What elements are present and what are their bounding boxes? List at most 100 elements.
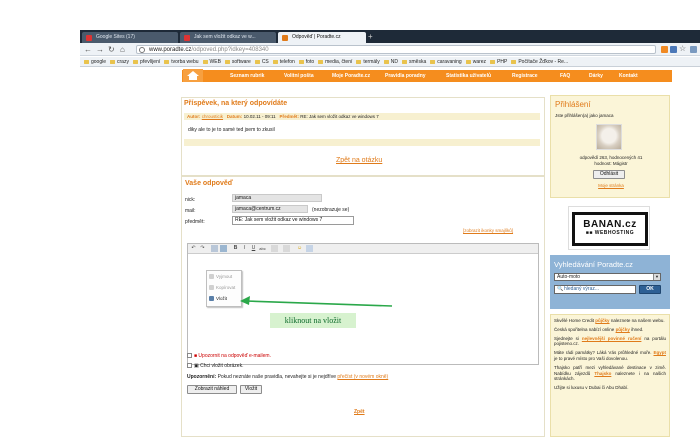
folder-icon	[132, 59, 138, 64]
nav-item[interactable]: Statistika uživatelů	[446, 73, 491, 79]
bookmark-item[interactable]: tvorba webu	[164, 57, 199, 66]
folder-icon	[272, 59, 278, 64]
folder-icon	[254, 59, 260, 64]
italic-icon[interactable]: I	[241, 245, 248, 252]
post-footer-strip	[184, 139, 540, 146]
bookmark-star-icon[interactable]: ☆	[679, 44, 686, 53]
mail-field[interactable]: jamaca@centrum.cz	[232, 205, 308, 213]
undo-icon[interactable]: ↶	[190, 245, 197, 252]
browser-tab-bar: Google Sites (17) Jak sem vložit odkaz v…	[80, 30, 700, 43]
address-bar[interactable]: www.poradte.cz/odpoved.php?idkey=408340	[136, 45, 656, 54]
nav-item[interactable]: Registrace	[512, 73, 538, 79]
unlink-icon[interactable]	[220, 245, 227, 252]
bookmark-item[interactable]: CS	[254, 57, 269, 66]
browser-tab-1[interactable]: Google Sites (17)	[82, 32, 178, 43]
nav-item[interactable]: Seznam rubrik	[230, 73, 264, 79]
nav-item[interactable]: Moje Poradte.cz	[332, 73, 370, 79]
mail-note: (nezobrazuje se)	[312, 207, 350, 213]
bookmark-item[interactable]: PHP	[490, 57, 507, 66]
show-smileys-link[interactable]: [zobrazit ikonky smajlíků]	[463, 228, 513, 233]
reply-post-panel	[181, 97, 545, 177]
login-panel: Přihlášení Jste přihlášen(a) jako jamaca…	[550, 95, 670, 198]
bold-icon[interactable]: B	[232, 245, 239, 252]
underline-icon[interactable]: U	[250, 245, 257, 252]
logout-button[interactable]: Odhlásit	[593, 170, 625, 179]
smiley-icon[interactable]: ☺	[296, 245, 303, 252]
search-input[interactable]: 🔍 hledaný výraz...	[554, 285, 636, 294]
bookmark-item[interactable]: caravaning	[430, 57, 462, 66]
home-icon[interactable]	[183, 69, 203, 82]
preview-button[interactable]: Zobrazit náhled	[187, 385, 237, 394]
nav-item[interactable]: Dárky	[589, 73, 603, 79]
scissors-icon	[209, 274, 214, 279]
promo-link[interactable]: nejlevnější povinné ručení	[582, 336, 642, 341]
promo-link[interactable]: půjčky	[616, 327, 630, 332]
bookmark-item[interactable]: směska	[402, 57, 426, 66]
promo-panel: Skvělé Home Credit půjčky naleznete na n…	[550, 314, 670, 437]
promo-link[interactable]: půjčky	[595, 318, 609, 323]
extension-icon[interactable]	[670, 46, 677, 53]
subject-label: předmět:	[185, 219, 205, 225]
new-tab-plus-icon[interactable]: +	[368, 33, 380, 41]
promo-link[interactable]: Egypt	[653, 350, 666, 355]
bookmark-item[interactable]: crazy	[110, 57, 129, 66]
my-page-link[interactable]: Moje stránka	[551, 183, 671, 188]
nav-item[interactable]: FAQ	[560, 73, 570, 79]
bookmark-item[interactable]: převlíjení	[132, 57, 160, 66]
tab-favicon-icon	[184, 35, 190, 41]
home-icon[interactable]: ⌂	[120, 45, 125, 54]
back-arrow-icon[interactable]: ←	[84, 45, 92, 54]
back-to-question-link[interactable]: Zpět na otázku	[336, 157, 382, 164]
folder-icon	[402, 59, 408, 64]
link-icon[interactable]	[211, 245, 218, 252]
bookmark-item[interactable]: Počítače Žďkov - Re...	[511, 57, 568, 66]
image-checkbox[interactable]	[187, 363, 192, 368]
user-stats: odpovědí 263, hodnocených 41	[579, 155, 643, 160]
back-link[interactable]: Zpět	[354, 409, 365, 415]
subject-field[interactable]: RE: Jak sem vložit odkaz ve windows 7	[232, 216, 354, 225]
promo-link[interactable]: Thajsko	[594, 371, 611, 376]
rules-link[interactable]: přečíst (v novém okně)	[337, 374, 388, 380]
annotation-arrow-icon	[240, 296, 393, 307]
bookmark-item[interactable]: WEB	[202, 57, 221, 66]
insert-button[interactable]: Vložit	[240, 385, 262, 394]
bookmark-item[interactable]: foto	[298, 57, 314, 66]
folder-icon	[465, 59, 471, 64]
image-icon[interactable]	[306, 245, 313, 252]
text-color-icon[interactable]	[271, 245, 278, 252]
context-item-cut[interactable]: Vyjmout	[209, 274, 232, 279]
warning-text: Upozornění: Pokud neznáte naše pravidla,…	[187, 374, 389, 380]
author-link[interactable]: chrousticik	[202, 114, 223, 119]
category-select[interactable]: Auto-moto ▼	[554, 273, 661, 281]
bookmark-item[interactable]: google	[84, 57, 106, 66]
reload-icon[interactable]: ↻	[108, 45, 115, 54]
wrench-icon[interactable]	[690, 46, 697, 53]
context-item-paste[interactable]: Vložit	[209, 296, 227, 301]
folder-icon	[224, 59, 230, 64]
bookmark-item[interactable]: media, čtení	[318, 57, 352, 66]
tab-label: Odpověď | Poradte.cz	[292, 34, 341, 40]
bookmark-item[interactable]: ND	[383, 57, 398, 66]
browser-tab-2[interactable]: Jak sem vložit odkaz ve w...	[180, 32, 276, 43]
nav-item[interactable]: Pravidla poradny	[385, 73, 426, 79]
tab-label: Jak sem vložit odkaz ve w...	[194, 34, 256, 40]
browser-tab-3-active[interactable]: Odpověď | Poradte.cz	[278, 32, 366, 43]
nick-field[interactable]: jamaca	[232, 194, 322, 202]
folder-icon	[490, 59, 496, 64]
forward-arrow-icon[interactable]: →	[96, 45, 104, 54]
nav-item[interactable]: Volitní pošta	[284, 73, 314, 79]
banan-ad[interactable]: BANAN.cz ■■ WEBHOSTING	[568, 206, 650, 250]
nav-item[interactable]: Kontakt	[619, 73, 638, 79]
bookmark-item[interactable]: software	[224, 57, 251, 66]
browser-toolbar: ← → ↻ ⌂ www.poradte.cz/odpoved.php?idkey…	[80, 43, 700, 56]
bookmark-item[interactable]: warez	[465, 57, 486, 66]
redo-icon[interactable]: ↷	[199, 245, 206, 252]
background-color-icon[interactable]	[283, 245, 290, 252]
notify-checkbox[interactable]	[187, 353, 192, 358]
bookmark-item[interactable]: termály	[356, 57, 380, 66]
context-item-copy[interactable]: Kopírovat	[209, 285, 235, 290]
bookmark-item[interactable]: telefon	[272, 57, 295, 66]
strikethrough-icon[interactable]: abc	[259, 245, 266, 252]
rss-icon[interactable]	[661, 46, 668, 53]
search-ok-button[interactable]: OK	[639, 285, 661, 294]
